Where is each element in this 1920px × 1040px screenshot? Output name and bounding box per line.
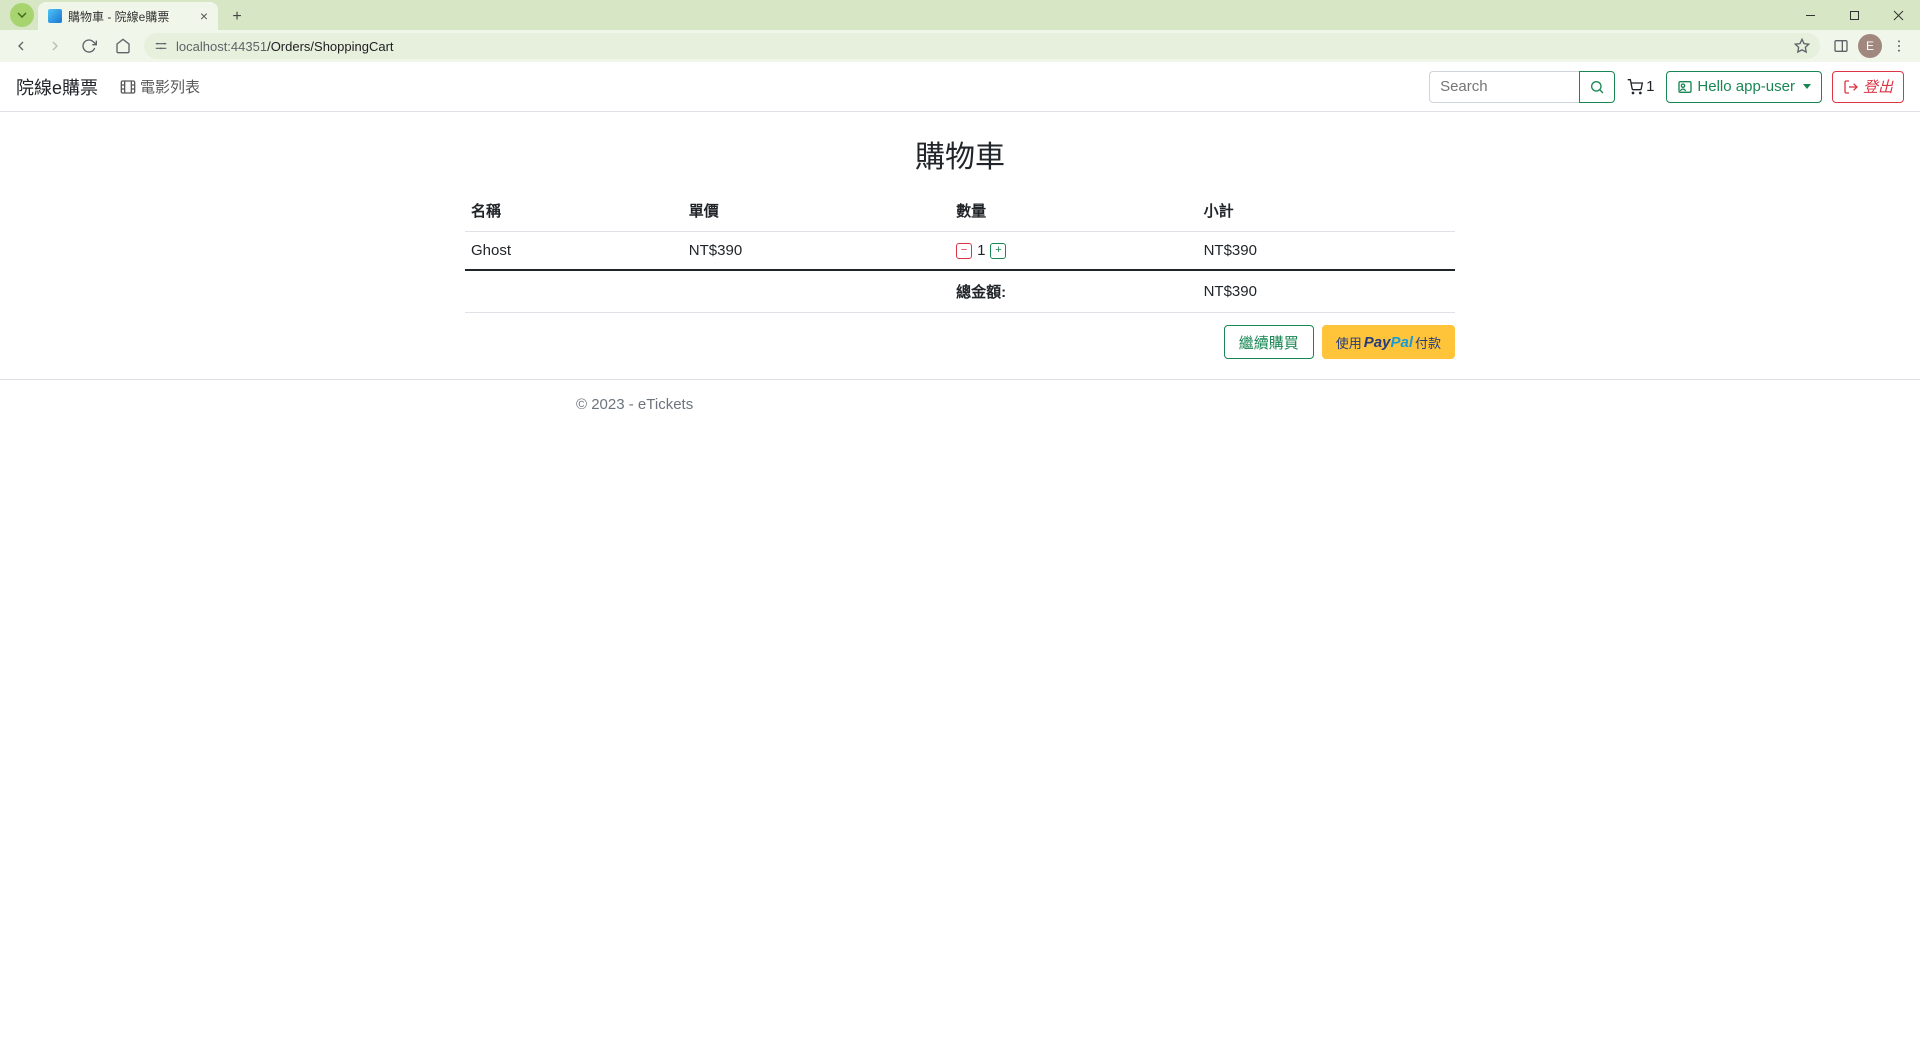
search-button[interactable] <box>1579 71 1615 103</box>
item-qty: 1 <box>977 242 985 259</box>
qty-increment-button[interactable]: + <box>990 243 1006 259</box>
qty-decrement-button[interactable]: − <box>956 243 972 259</box>
browser-tab[interactable]: 購物車 - 院線e購票 × <box>38 2 218 30</box>
paypal-checkout-button[interactable]: 使用 PayPal 付款 <box>1322 325 1455 359</box>
forward-button[interactable] <box>42 33 68 59</box>
col-qty: 數量 <box>950 190 1198 232</box>
movies-nav-link[interactable]: 電影列表 <box>116 70 204 103</box>
favicon-icon <box>48 9 62 23</box>
cart-indicator-link[interactable]: 1 <box>1625 78 1656 95</box>
user-hello-label: Hello app-user <box>1697 78 1795 95</box>
maximize-button[interactable] <box>1832 0 1876 30</box>
new-tab-button[interactable]: + <box>224 4 250 30</box>
user-dropdown-button[interactable]: Hello app-user <box>1666 71 1822 103</box>
window-controls <box>1788 0 1920 30</box>
close-tab-button[interactable]: × <box>200 9 208 23</box>
item-qty-cell: − 1 + <box>950 232 1198 271</box>
bookmark-star-icon[interactable] <box>1794 38 1810 54</box>
back-button[interactable] <box>8 33 34 59</box>
chevron-down-icon <box>1803 84 1811 89</box>
cart-count: 1 <box>1646 78 1654 95</box>
site-settings-icon <box>154 39 168 53</box>
address-bar: localhost:44351/Orders/ShoppingCart E <box>0 30 1920 62</box>
col-price: 單價 <box>683 190 950 232</box>
search-icon <box>1589 79 1605 95</box>
main-content: 購物車 名稱 單價 數量 小計 Ghost NT$390 − 1 + <box>465 112 1455 379</box>
brand-text: 院線e購票 <box>16 78 98 98</box>
col-subtotal: 小計 <box>1198 190 1455 232</box>
total-label: 總金額: <box>950 270 1198 313</box>
continue-shopping-button[interactable]: 繼續購買 <box>1224 325 1314 359</box>
logout-button[interactable]: 登出 <box>1832 71 1904 103</box>
search-input[interactable] <box>1429 71 1579 103</box>
url-text: localhost:44351/Orders/ShoppingCart <box>176 39 1786 54</box>
url-host: localhost:44351 <box>176 39 267 54</box>
brand-link[interactable]: 院線e購票 <box>16 74 98 100</box>
close-window-button[interactable] <box>1876 0 1920 30</box>
tab-title: 購物車 - 院線e購票 <box>68 8 194 25</box>
side-panel-button[interactable] <box>1828 33 1854 59</box>
minimize-button[interactable] <box>1788 0 1832 30</box>
total-value: NT$390 <box>1198 270 1455 313</box>
item-price: NT$390 <box>683 232 950 271</box>
tabs-dropdown-button[interactable] <box>10 3 34 27</box>
logout-icon <box>1843 79 1859 95</box>
app-navbar: 院線e購票 電影列表 1 Hello app-user 登出 <box>0 62 1920 112</box>
home-button[interactable] <box>110 33 136 59</box>
url-path: /Orders/ShoppingCart <box>267 39 393 54</box>
chrome-menu-button[interactable] <box>1886 33 1912 59</box>
logout-label: 登出 <box>1863 76 1893 97</box>
cart-icon <box>1627 79 1643 95</box>
user-card-icon <box>1677 79 1693 95</box>
paypal-logo: PayPal <box>1364 334 1413 351</box>
cart-table: 名稱 單價 數量 小計 Ghost NT$390 − 1 + NT$390 <box>465 190 1455 313</box>
cart-row: Ghost NT$390 − 1 + NT$390 <box>465 232 1455 271</box>
paypal-suffix: 付款 <box>1415 333 1441 352</box>
footer-text: © 2023 - eTickets <box>576 396 693 413</box>
item-name: Ghost <box>465 232 683 271</box>
browser-chrome: 購物車 - 院線e購票 × + localhost:44351/Orders/S… <box>0 0 1920 62</box>
col-name: 名稱 <box>465 190 683 232</box>
movies-link-label: 電影列表 <box>140 76 200 97</box>
search-group <box>1429 71 1615 103</box>
reload-button[interactable] <box>76 33 102 59</box>
omnibox[interactable]: localhost:44351/Orders/ShoppingCart <box>144 33 1820 59</box>
cart-actions: 繼續購買 使用 PayPal 付款 <box>465 325 1455 359</box>
continue-label: 繼續購買 <box>1239 335 1299 352</box>
profile-avatar[interactable]: E <box>1858 34 1882 58</box>
page-title: 購物車 <box>465 132 1455 176</box>
film-icon <box>120 79 136 95</box>
footer: © 2023 - eTickets <box>330 380 1590 429</box>
avatar-initial: E <box>1866 39 1874 53</box>
item-subtotal: NT$390 <box>1198 232 1455 271</box>
paypal-prefix: 使用 <box>1336 333 1362 352</box>
tab-strip: 購物車 - 院線e購票 × + <box>0 0 1920 30</box>
